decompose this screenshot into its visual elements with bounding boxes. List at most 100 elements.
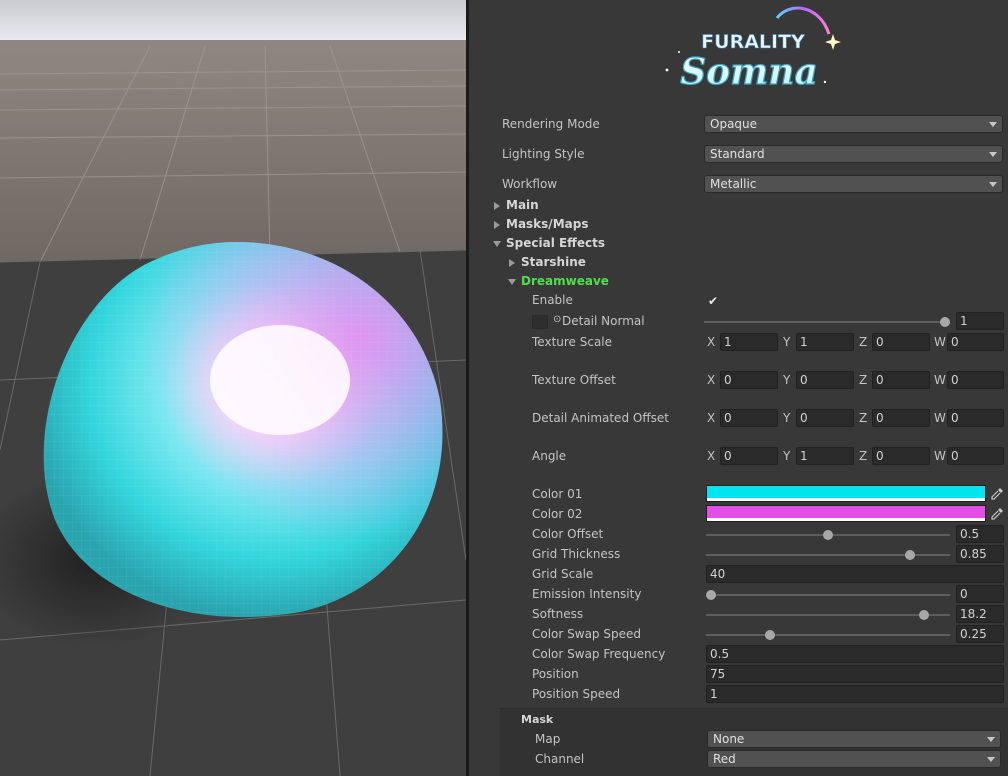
axis-label: Z [859,411,868,425]
vector-row: Detail Animated Offset X 0 Y 0 Z 0 W 0 [469,409,1008,429]
slider-thumb[interactable] [918,610,929,620]
vector-field[interactable]: 0 [872,333,930,351]
foldout-special-label: Special Effects [506,236,606,250]
enable-checkbox[interactable]: ✔ [706,294,720,308]
vector-label: Texture Scale [532,335,613,349]
mask-map-dropdown[interactable]: None [707,730,1001,748]
vector-field[interactable]: 0 [947,447,1004,465]
float-field[interactable]: 0.5 [706,645,1004,663]
scene-viewport[interactable] [0,0,466,776]
lighting-style-row: Lighting Style Standard [469,145,1008,165]
slider-thumb[interactable] [823,530,833,540]
vector-field[interactable]: 1 [796,333,854,351]
float-field[interactable]: 40 [706,565,1004,583]
chevron-down-icon [989,122,997,127]
rendering-mode-row: Rendering Mode Opaque [469,115,1008,135]
axis-label: W [934,373,946,387]
fold-arrow-down-icon [508,279,516,285]
vector-field[interactable]: 0 [872,371,930,389]
vector-field[interactable]: 0 [947,333,1004,351]
slider-value-field[interactable]: 0.5 [956,525,1004,543]
chevron-down-icon [989,182,997,187]
property-row: Softness 18.2 [469,605,1008,625]
eyedropper-icon[interactable] [989,506,1005,522]
fold-arrow-right-icon [509,259,515,267]
slider-value-field[interactable]: 18.2 [956,605,1004,623]
vector-field[interactable]: 0 [796,371,854,389]
slider-value-field[interactable]: 0 [956,585,1004,603]
rendering-mode-dropdown[interactable]: Opaque [704,115,1003,133]
eyedropper-icon[interactable] [989,486,1005,502]
axis-label: W [934,411,946,425]
slider-track[interactable] [706,634,950,636]
foldout-main[interactable]: Main [469,196,1008,216]
property-label: Grid Scale [532,567,594,581]
lighting-style-dropdown[interactable]: Standard [704,145,1003,163]
slider-thumb[interactable] [904,550,915,560]
vector-field[interactable]: 0 [720,447,778,465]
vector-field[interactable]: 0 [872,447,930,465]
mask-channel-row: Channel Red [500,750,1008,770]
property-label: Color Swap Frequency [532,647,666,661]
property-label: Color Swap Speed [532,627,641,641]
mask-map-value: None [713,732,745,746]
vector-field[interactable]: 1 [796,447,854,465]
color01-swatch[interactable] [706,485,986,502]
property-label: Position Speed [532,687,621,701]
scene-render [0,0,466,776]
slider-value-field[interactable]: 0.25 [956,625,1004,643]
detail-normal-slider-track[interactable] [704,321,950,323]
vector-field[interactable]: 0 [720,371,778,389]
slider-track[interactable] [706,594,950,596]
color02-row: Color 02 [469,505,1008,525]
foldout-starshine[interactable]: Starshine [469,253,1008,273]
detail-normal-field[interactable]: 1 [956,312,1004,330]
slider-thumb[interactable] [706,590,716,600]
slider-thumb[interactable] [764,630,775,640]
vector-field[interactable]: 1 [720,333,778,351]
axis-label: W [934,335,946,349]
vector-field[interactable]: 0 [947,371,1004,389]
vector-row: Angle X 0 Y 1 Z 0 W 0 [469,447,1008,467]
fold-arrow-down-icon [493,241,501,247]
chevron-down-icon [987,737,995,742]
property-row: Emission Intensity 0 [469,585,1008,605]
rendering-mode-label: Rendering Mode [502,117,600,131]
property-row: Color Swap Speed 0.25 [469,625,1008,645]
property-label: Position [532,667,579,681]
slider-track[interactable] [706,614,950,616]
float-field[interactable]: 1 [706,685,1004,703]
vector-field[interactable]: 0 [796,409,854,427]
rendering-mode-value: Opaque [710,117,758,131]
property-row: Color Swap Frequency 0.5 [469,645,1008,665]
property-row: Position 75 [469,665,1008,685]
lighting-style-label: Lighting Style [502,147,585,161]
property-row: Position Speed 1 [469,685,1008,705]
fold-arrow-right-icon [494,202,500,210]
texture-slot[interactable] [532,315,548,329]
foldout-special-effects[interactable]: Special Effects [469,234,1008,254]
vector-field[interactable]: 0 [947,409,1004,427]
object-picker-icon[interactable]: ⊙ [553,314,561,325]
axis-label: X [707,335,716,349]
vector-label: Texture Offset [532,373,616,387]
vector-field[interactable]: 0 [872,409,930,427]
axis-label: Z [859,449,868,463]
foldout-masks-maps[interactable]: Masks/Maps [469,215,1008,235]
foldout-starshine-label: Starshine [521,255,586,269]
detail-normal-slider-thumb[interactable] [940,317,950,327]
axis-label: Y [783,449,791,463]
slider-value-field[interactable]: 0.85 [956,545,1004,563]
color02-swatch[interactable] [706,505,986,522]
vector-label: Angle [532,449,567,463]
foldout-dreamweave[interactable]: Dreamweave [469,272,1008,292]
detail-normal-label: Detail Normal [562,314,645,328]
vector-field[interactable]: 0 [720,409,778,427]
workflow-dropdown[interactable]: Metallic [704,175,1003,193]
mask-channel-dropdown[interactable]: Red [707,750,1001,768]
axis-label: Z [859,335,868,349]
axis-label: X [707,373,716,387]
axis-label: X [707,411,716,425]
float-field[interactable]: 75 [706,665,1004,683]
mask-title: Mask [521,713,554,726]
